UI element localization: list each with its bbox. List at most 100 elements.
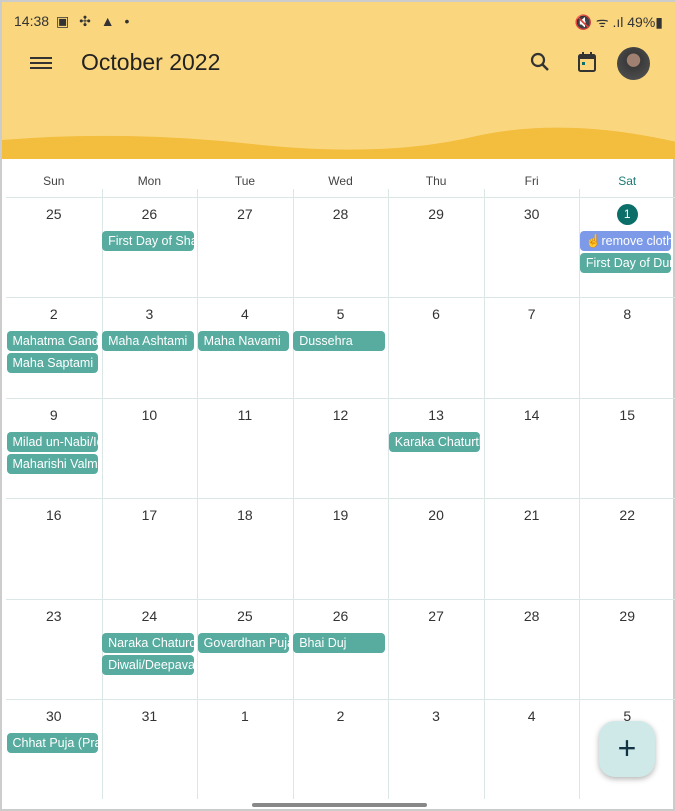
event-chip[interactable]: Mahatma Gandhi Jayanti bbox=[6, 331, 99, 352]
day-number: 3 bbox=[432, 708, 440, 724]
banner-wave-decoration bbox=[2, 127, 675, 159]
grid-divider bbox=[6, 397, 675, 399]
event-chip[interactable]: Maharishi Valmiki Jayanti bbox=[6, 453, 99, 474]
grid-divider bbox=[6, 699, 675, 700]
day-cell[interactable]: 3 bbox=[388, 708, 484, 724]
day-number: 10 bbox=[141, 406, 158, 423]
day-number: 15 bbox=[619, 406, 635, 423]
day-cell[interactable]: 20 bbox=[388, 507, 484, 523]
day-cell[interactable]: 28 bbox=[293, 206, 389, 222]
event-chip[interactable]: Bhai Duj bbox=[293, 632, 385, 653]
day-cell[interactable]: 30 bbox=[484, 206, 580, 222]
day-number: 18 bbox=[237, 507, 253, 524]
day-cell[interactable]: 27 bbox=[197, 206, 293, 222]
day-cell[interactable]: 2 bbox=[6, 306, 102, 322]
day-cell[interactable]: 29 bbox=[579, 608, 675, 624]
day-number: 14 bbox=[523, 406, 540, 423]
day-number: 24 bbox=[141, 607, 158, 624]
day-cell[interactable]: 4 bbox=[197, 306, 293, 322]
day-cell[interactable]: 25 bbox=[6, 206, 102, 222]
day-cell[interactable]: 16 bbox=[6, 507, 102, 523]
status-time: 14:38 bbox=[14, 13, 50, 29]
event-chip[interactable]: Maha Ashtami bbox=[102, 331, 194, 352]
grid-divider bbox=[6, 598, 675, 600]
day-cell[interactable]: 4 bbox=[484, 708, 580, 724]
day-cell[interactable]: 10 bbox=[102, 407, 198, 423]
day-number: 8 bbox=[623, 306, 632, 323]
day-cell[interactable]: 26 bbox=[293, 608, 389, 624]
day-cell[interactable]: 1 bbox=[579, 204, 675, 225]
month-title[interactable]: October 2022 bbox=[81, 49, 220, 76]
day-cell[interactable]: 1 bbox=[197, 708, 293, 724]
day-cell[interactable]: 6 bbox=[388, 306, 484, 322]
grid-divider bbox=[6, 297, 675, 299]
day-cell[interactable]: 21 bbox=[484, 507, 580, 523]
day-cell[interactable]: 14 bbox=[484, 407, 580, 423]
event-chip[interactable]: Naraka Chaturdasi bbox=[102, 632, 194, 653]
day-cell[interactable]: 31 bbox=[102, 708, 198, 724]
calendar-today-icon[interactable] bbox=[575, 50, 599, 74]
day-cell[interactable]: 19 bbox=[293, 507, 389, 523]
day-number: 1 bbox=[241, 708, 249, 724]
event-chip[interactable]: Chhat Puja (Pratihar Sashthi/Surya Sasht… bbox=[6, 733, 99, 753]
event-chip[interactable]: Maha Saptami bbox=[6, 353, 99, 374]
status-system-icons: 🔇 ᯤ .ıl 49%▮ bbox=[574, 14, 664, 30]
event-chip[interactable]: Govardhan Puja bbox=[197, 632, 290, 653]
hamburger-icon[interactable] bbox=[30, 54, 52, 72]
day-cell[interactable]: 11 bbox=[197, 407, 293, 423]
day-cell[interactable]: 3 bbox=[102, 306, 198, 322]
header-banner: 14:38 ▣ ✣ ▲ • 🔇 ᯤ .ıl 49%▮ October 2022 bbox=[2, 2, 675, 159]
weekday-label: Wed bbox=[328, 174, 353, 188]
day-number: 4 bbox=[527, 708, 536, 724]
day-number: 22 bbox=[619, 507, 635, 524]
day-number: 27 bbox=[237, 206, 253, 222]
day-cell[interactable]: 17 bbox=[102, 507, 198, 523]
day-cell[interactable]: 26 bbox=[102, 206, 198, 222]
day-cell[interactable]: 18 bbox=[197, 507, 293, 523]
weekday-label: Sat bbox=[618, 174, 637, 188]
day-cell[interactable]: 28 bbox=[484, 608, 580, 624]
grid-divider bbox=[6, 197, 675, 198]
day-number: 20 bbox=[428, 507, 444, 524]
event-chip[interactable]: Diwali/Deepavali bbox=[102, 654, 194, 675]
day-number: 16 bbox=[46, 507, 62, 524]
day-cell[interactable]: 7 bbox=[484, 306, 580, 322]
avatar[interactable] bbox=[617, 47, 650, 80]
weekday-label: Thu bbox=[425, 174, 447, 188]
day-cell[interactable]: 25 bbox=[197, 608, 293, 624]
day-number: 31 bbox=[141, 708, 158, 724]
day-number: 21 bbox=[523, 507, 540, 524]
event-chip[interactable]: Maha Navami bbox=[197, 331, 290, 352]
month-grid: 2526First Day of Sharad Navratri27282930… bbox=[6, 189, 675, 799]
weekday-label: Sun bbox=[43, 174, 65, 188]
day-cell[interactable]: 8 bbox=[579, 306, 675, 322]
day-cell[interactable]: 27 bbox=[388, 608, 484, 624]
search-icon[interactable] bbox=[528, 50, 552, 74]
day-cell[interactable]: 2 bbox=[293, 708, 389, 724]
day-number: 2 bbox=[336, 708, 345, 724]
create-event-button[interactable]: + bbox=[599, 721, 655, 777]
day-number: 28 bbox=[523, 607, 540, 624]
event-chip[interactable]: First Day of Sharad Navratri bbox=[102, 231, 194, 251]
day-cell[interactable]: 15 bbox=[579, 407, 675, 423]
grid-divider bbox=[6, 498, 675, 500]
day-number: 12 bbox=[332, 406, 349, 423]
day-cell[interactable]: 30 bbox=[6, 708, 102, 724]
day-cell[interactable]: 23 bbox=[6, 608, 102, 624]
day-number: 19 bbox=[332, 507, 349, 524]
day-cell[interactable]: 22 bbox=[579, 507, 675, 523]
day-cell[interactable]: 9 bbox=[6, 407, 102, 423]
day-cell[interactable]: 12 bbox=[293, 407, 389, 423]
event-chip[interactable]: Dussehra bbox=[293, 331, 385, 352]
event-chip[interactable]: Milad un-Nabi/Id-e-Milad bbox=[6, 431, 99, 452]
day-number: 3 bbox=[145, 306, 154, 323]
task-chip[interactable]: ☝remove clothes bbox=[579, 231, 672, 251]
event-chip[interactable]: First Day of Durga Puja bbox=[579, 253, 672, 273]
day-cell[interactable]: 24 bbox=[102, 608, 198, 624]
day-cell[interactable]: 29 bbox=[388, 206, 484, 222]
weekday-label: Fri bbox=[524, 174, 539, 188]
event-chip[interactable]: Karaka Chaturthi bbox=[388, 431, 481, 452]
day-cell[interactable]: 13 bbox=[388, 407, 484, 423]
day-cell[interactable]: 5 bbox=[293, 306, 389, 322]
day-number: 30 bbox=[523, 206, 540, 222]
